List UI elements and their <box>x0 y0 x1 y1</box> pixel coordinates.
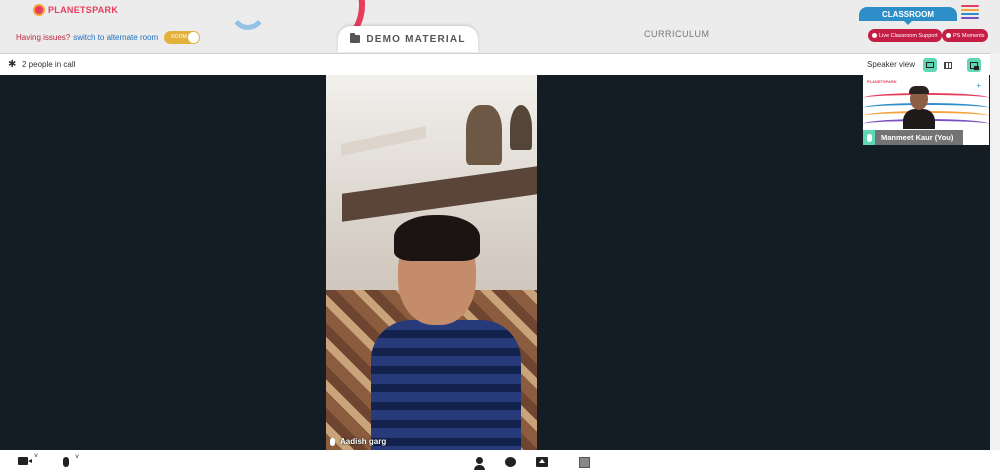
classroom-tab-pointer <box>904 21 912 25</box>
demo-material-button[interactable]: DEMO MATERIAL <box>338 26 478 52</box>
person-icon <box>476 457 483 464</box>
speaker-view-icon <box>926 62 934 68</box>
screen-share-icon <box>536 457 548 467</box>
classroom-tab-label: CLASSROOM <box>882 9 934 19</box>
microphone-icon <box>63 457 69 467</box>
room-toggle-label: ROOM <box>171 34 187 40</box>
moments-icon <box>946 33 951 38</box>
chevron-down-icon[interactable]: ˅ <box>34 453 38 460</box>
page-scrollbar[interactable] <box>990 53 1000 450</box>
view-mode-label: Speaker view <box>867 60 916 69</box>
logo-text: PLANETSPARK <box>48 5 119 15</box>
microphone-icon <box>330 437 335 446</box>
video-person-body <box>371 320 521 450</box>
whiteboard-icon <box>579 457 590 468</box>
folder-icon <box>350 33 361 43</box>
grid-view-button[interactable] <box>941 58 955 72</box>
gear-icon[interactable]: ✱ <box>8 60 16 70</box>
logo-mark-icon <box>33 4 45 16</box>
demo-material-label: DEMO MATERIAL <box>366 33 466 45</box>
self-view-tile[interactable]: PLANETSPARK + Manmeet Kaur (You) <box>863 75 989 145</box>
participants-button[interactable] <box>474 457 485 470</box>
issues-question: Having issues? <box>16 33 71 42</box>
main-participant-video: Aadish garg <box>326 75 537 450</box>
picture-in-picture-button[interactable] <box>967 58 981 72</box>
toggle-knob <box>188 32 200 43</box>
self-participant-name: Manmeet Kaur (You) <box>881 133 954 142</box>
ps-moments-button[interactable]: PS Moments <box>942 29 989 42</box>
self-view-person <box>903 83 935 129</box>
live-classroom-support-button[interactable]: Live Classroom Support <box>868 29 942 42</box>
main-participant-name-tag: Aadish garg <box>330 437 386 446</box>
mic-toggle-button[interactable]: ˅ <box>63 454 79 467</box>
plus-icon: + <box>976 81 981 90</box>
call-controls-bar: ˅ ˅ <box>0 450 1000 475</box>
whiteboard-button[interactable] <box>579 457 590 468</box>
alternate-room-link[interactable]: switch to alternate room <box>73 33 158 42</box>
main-participant-name: Aadish garg <box>340 437 387 446</box>
video-statue <box>466 105 502 165</box>
grid-view-icon <box>944 61 952 69</box>
live-support-label: Live Classroom Support <box>879 32 938 39</box>
microphone-icon <box>863 130 875 145</box>
chevron-down-icon[interactable]: ˅ <box>75 454 79 461</box>
speaker-view-button[interactable] <box>923 58 937 72</box>
screen-share-button[interactable] <box>536 457 548 467</box>
camera-toggle-button[interactable]: ˅ <box>18 453 38 465</box>
hamburger-menu-icon[interactable] <box>961 5 979 21</box>
video-camera-icon <box>18 457 32 465</box>
curriculum-tab[interactable]: CURRICULUM <box>644 29 710 39</box>
chat-bubble-icon <box>505 457 516 467</box>
video-stage: Aadish garg <box>0 75 990 450</box>
video-person-hair <box>394 215 480 261</box>
top-header: PLANETSPARK Having issues? switch to alt… <box>0 0 1000 52</box>
self-view-logo: PLANETSPARK <box>867 79 897 84</box>
pip-icon <box>970 61 979 70</box>
ps-moments-label: PS Moments <box>953 32 985 39</box>
planetspark-logo: PLANETSPARK <box>33 4 118 16</box>
room-toggle[interactable]: ROOM <box>164 31 201 44</box>
alternate-room-prompt: Having issues? switch to alternate room … <box>16 31 201 44</box>
chat-button[interactable] <box>505 457 516 467</box>
classroom-tab[interactable]: CLASSROOM <box>859 7 957 21</box>
video-statue <box>510 105 532 150</box>
support-icon <box>872 33 877 38</box>
self-name-tag: Manmeet Kaur (You) <box>863 130 963 145</box>
call-info-bar: ✱ 2 people in call Speaker view <box>0 53 990 75</box>
people-count: 2 people in call <box>22 60 76 69</box>
